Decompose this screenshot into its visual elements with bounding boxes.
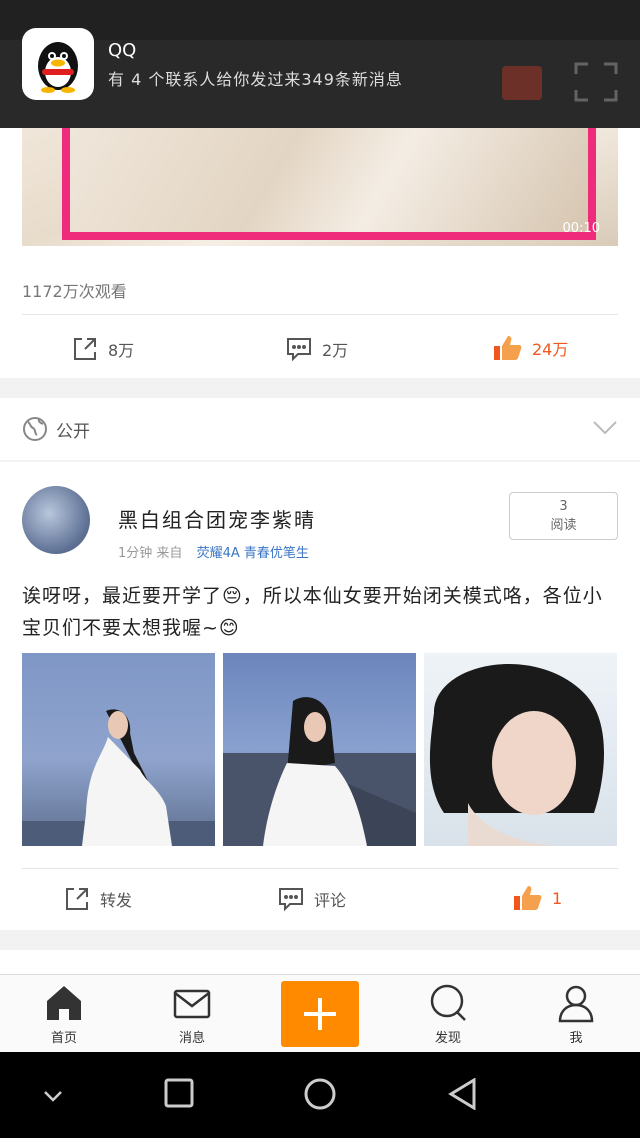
read-count-box: 3 阅读	[509, 492, 618, 540]
repost-button[interactable]: 转发	[64, 886, 132, 912]
share-count: 8万	[108, 341, 135, 360]
qq-penguin-icon	[22, 28, 94, 100]
like-count: 1	[552, 888, 563, 908]
divider	[22, 314, 618, 315]
like-button[interactable]: 24万	[492, 334, 568, 362]
qq-notification[interactable]: QQ 有 4 个联系人给你发过来349条新消息	[0, 0, 640, 128]
mail-icon	[173, 989, 211, 1019]
post-photo-2[interactable]	[223, 653, 416, 846]
tab-label-messages: 消息	[178, 1031, 205, 1046]
tab-home[interactable]: 首页	[24, 983, 104, 1046]
post-source[interactable]: 荧耀4A 青春优笔生	[197, 546, 309, 561]
avatar[interactable]	[22, 486, 90, 554]
read-label: 阅读	[550, 518, 577, 533]
video-duration: 00:10	[562, 221, 600, 236]
post-meta: 1分钟 来自 荧耀4A 青春优笔生	[118, 542, 309, 561]
photo-grid	[22, 653, 617, 846]
share-button[interactable]: 8万	[72, 336, 134, 362]
rich-badge-icon[interactable]	[500, 62, 544, 106]
visibility-row[interactable]: 公开	[0, 398, 640, 460]
comment-icon	[279, 888, 303, 912]
bottom-tab-bar: 首页 消息 发现 我	[0, 974, 640, 1052]
repost-label: 转发	[100, 891, 133, 910]
system-nav-bar	[0, 1052, 640, 1138]
post-text: 诶呀呀，最近要开学了😔，所以本仙女要开始闭关模式咯，各位小宝贝们不要太想我喔~😊	[22, 585, 603, 639]
compose-plus-button[interactable]	[281, 981, 359, 1047]
post-photo-1[interactable]	[22, 653, 215, 846]
notification-title: QQ	[108, 40, 137, 61]
author-name[interactable]: 黑白组合团宠李紫晴	[118, 504, 316, 533]
tab-label-home: 首页	[50, 1031, 77, 1046]
tab-messages[interactable]: 消息	[152, 983, 232, 1046]
divider	[22, 868, 618, 869]
post-card: 黑白组合团宠李紫晴 1分钟 来自 荧耀4A 青春优笔生 3 阅读 诶呀呀，最近要…	[0, 462, 640, 930]
tab-me[interactable]: 我	[536, 983, 616, 1046]
thumbs-up-icon	[514, 886, 542, 910]
back-icon[interactable]	[448, 1077, 478, 1114]
read-count: 3	[559, 499, 568, 514]
post-photo-3[interactable]	[424, 653, 617, 846]
comment-icon	[287, 338, 311, 362]
tab-label-me: 我	[569, 1031, 583, 1046]
tab-label-discover: 发现	[434, 1031, 461, 1046]
visibility-label: 公开	[56, 421, 90, 442]
chevron-down-icon[interactable]	[592, 420, 618, 440]
view-count: 1172万次观看	[22, 282, 127, 301]
comment-button[interactable]: 评论	[278, 886, 346, 912]
recent-apps-icon[interactable]	[164, 1078, 194, 1112]
source-prefix: 来自	[156, 546, 183, 561]
globe-icon	[23, 417, 47, 441]
share-icon	[74, 338, 96, 360]
collapse-icon[interactable]	[42, 1088, 64, 1107]
share-icon	[66, 888, 88, 910]
comment-count: 2万	[322, 341, 349, 360]
search-icon	[430, 984, 466, 1021]
tab-discover[interactable]: 发现	[408, 983, 488, 1046]
home-icon	[47, 986, 81, 1020]
thumbs-up-icon	[494, 336, 522, 360]
like-count: 24万	[532, 340, 569, 359]
home-circle-icon[interactable]	[304, 1078, 336, 1114]
video-thumbnail[interactable]: 00:10	[22, 128, 618, 246]
comment-label: 评论	[314, 891, 347, 910]
post-time: 1分钟	[118, 546, 153, 561]
person-icon	[558, 985, 594, 1023]
comment-button[interactable]: 2万	[286, 336, 348, 362]
plus-icon	[304, 998, 336, 1030]
notification-message: 有 4 个联系人给你发过来349条新消息	[108, 70, 403, 89]
like-button[interactable]: 1	[512, 884, 562, 912]
video-card: 00:10 1172万次观看 8万 2万 24万	[0, 128, 640, 378]
scan-icon[interactable]	[574, 62, 618, 106]
